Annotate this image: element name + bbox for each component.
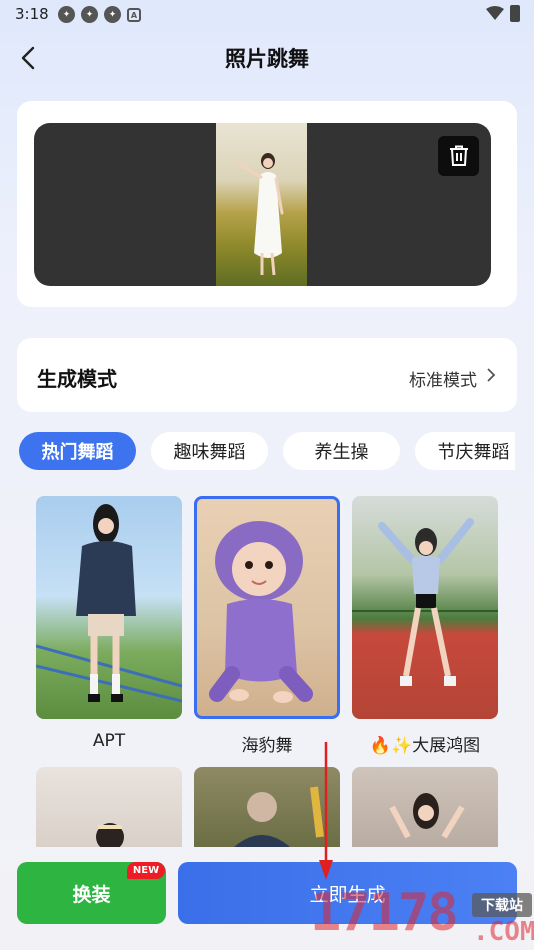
tab-festival-dance[interactable]: 节庆舞蹈 [415, 432, 515, 470]
new-badge: NEW [127, 862, 165, 879]
a-notification-icon: A [127, 8, 141, 22]
watermark-number: 17178 [310, 883, 459, 943]
page-title: 照片跳舞 [225, 47, 309, 71]
template-thumbnail[interactable] [352, 767, 498, 847]
template-card[interactable]: 🔥✨大展鸿图 [352, 496, 498, 756]
preview-frame [34, 123, 491, 286]
template-card[interactable]: 海豹舞 [194, 496, 340, 756]
annotation-arrow-icon [319, 742, 333, 880]
template-thumbnail[interactable] [36, 767, 182, 847]
status-time: 3:18 [15, 5, 49, 23]
app-notification-icon: ✦ [81, 6, 98, 23]
chevron-right-icon [487, 368, 496, 382]
template-label: 🔥✨大展鸿图 [369, 736, 481, 756]
status-bar: 3:18 ✦ ✦ ✦ A [0, 0, 534, 30]
preview-card [17, 101, 517, 307]
template-card[interactable]: APT [36, 496, 182, 753]
watermark-site: 下载站 [472, 893, 532, 917]
mode-label: 生成模式 [37, 367, 117, 391]
wifi-icon [486, 6, 504, 20]
app-notification-icon: ✦ [104, 6, 121, 23]
template-thumbnail[interactable] [36, 496, 182, 719]
generation-mode-row[interactable]: 生成模式 标准模式 [17, 338, 517, 412]
watermark-domain: .COM [473, 917, 534, 947]
notification-icons: ✦ ✦ ✦ A [58, 6, 141, 23]
tab-health-exercise[interactable]: 养生操 [283, 432, 400, 470]
category-tabs: 热门舞蹈 趣味舞蹈 养生操 节庆舞蹈 [19, 432, 515, 470]
template-label: APT [92, 731, 126, 751]
template-thumbnail[interactable] [352, 496, 498, 719]
template-thumbnail[interactable] [194, 496, 340, 719]
battery-icon [510, 5, 520, 22]
fire-icon: 🔥 [369, 736, 391, 756]
delete-button[interactable] [438, 136, 479, 176]
app-notification-icon: ✦ [58, 6, 75, 23]
sparkle-icon: ✨ [391, 736, 413, 756]
tab-fun-dance[interactable]: 趣味舞蹈 [151, 432, 268, 470]
mode-value: 标准模式 [409, 371, 477, 391]
trash-icon [449, 145, 468, 166]
uploaded-photo [216, 123, 307, 286]
tab-hot-dance[interactable]: 热门舞蹈 [19, 432, 136, 470]
